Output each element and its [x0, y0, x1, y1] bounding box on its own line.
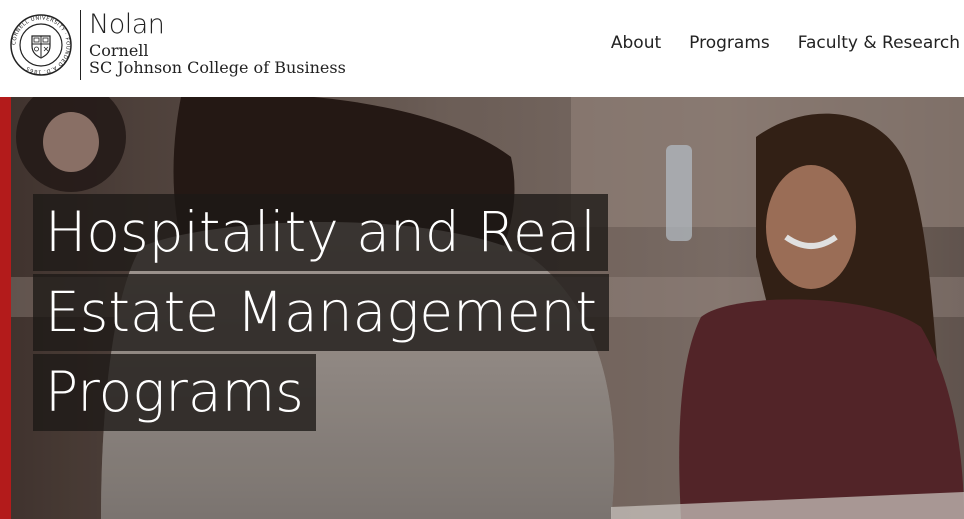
logo-divider — [80, 10, 81, 80]
nav-link-programs[interactable]: Programs — [689, 33, 770, 53]
nav-link-faculty-research[interactable]: Faculty & Research — [798, 33, 960, 53]
cornell-seal-icon: CORNELL UNIVERSITY · FOUNDED A.D. 1865 — [10, 14, 72, 76]
site-header: CORNELL UNIVERSITY · FOUNDED A.D. 1865 N… — [0, 0, 964, 97]
hero-headline: Hospitality and Real Estate Management P… — [33, 194, 609, 434]
headline-line-2: Estate Management — [33, 274, 609, 351]
headline-line-1: Hospitality and Real — [33, 194, 608, 271]
college-wordmark: SC Johnson College of Business — [89, 58, 346, 77]
main-nav: About Programs Faculty & Research — [611, 33, 960, 53]
nav-link-about[interactable]: About — [611, 33, 661, 53]
hero-banner: Hospitality and Real Estate Management P… — [0, 97, 964, 519]
hero-accent-bar — [0, 97, 11, 519]
nolan-wordmark: Nolan — [89, 9, 165, 40]
headline-line-3: Programs — [33, 354, 316, 431]
